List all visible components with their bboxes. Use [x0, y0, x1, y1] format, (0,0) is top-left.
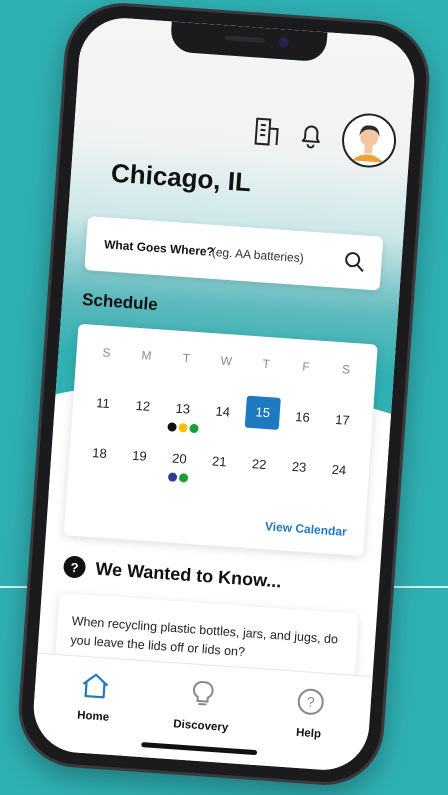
calendar-day[interactable]: 17 [329, 411, 356, 428]
calendar-day[interactable]: 18 [86, 445, 113, 462]
pickup-dot-green [178, 473, 189, 483]
calendar-day[interactable]: 11 [90, 395, 117, 412]
calendar-day[interactable]: 24 [326, 461, 353, 478]
weekday-label: M [141, 348, 152, 363]
know-title: We Wanted to Know... [94, 557, 283, 591]
header-actions [252, 106, 398, 170]
pickup-dot-yellow [178, 422, 188, 433]
tab-home[interactable]: Home [53, 669, 136, 725]
search-placeholder: (eg. AA batteries) [211, 244, 305, 266]
weekday-label: T [262, 356, 271, 372]
home-indicator [141, 742, 258, 756]
calendar-day[interactable]: 14 [209, 403, 236, 420]
calendar-day[interactable]: 19 [126, 447, 153, 464]
tab-label: Discovery [172, 718, 229, 735]
front-camera [278, 36, 290, 48]
search-label: What Goes Where? [103, 237, 215, 259]
lightbulb-icon [187, 681, 218, 714]
calendar-day[interactable]: 22 [246, 456, 273, 473]
tab-help[interactable]: ? Help [268, 684, 352, 742]
know-header: ? We Wanted to Know... [62, 555, 283, 592]
calendar-day-today[interactable]: 15 [244, 395, 281, 430]
weekday-label: W [220, 353, 233, 369]
pickup-dots [167, 422, 199, 434]
calendar-day[interactable]: 20 [166, 450, 193, 467]
calendar-day[interactable]: 16 [289, 409, 316, 426]
speaker [224, 35, 265, 43]
question-icon: ? [62, 555, 87, 579]
building-icon[interactable] [253, 115, 281, 152]
home-icon [79, 673, 110, 705]
calendar-day[interactable]: 13 [169, 400, 196, 417]
calendar-day[interactable]: 12 [129, 397, 156, 414]
calendar-day[interactable]: 23 [286, 459, 313, 476]
pickup-dots [167, 472, 189, 483]
bell-icon[interactable] [297, 118, 325, 155]
tab-label: Help [295, 726, 322, 741]
app-screen: Chicago, IL What Goes Where? (eg. AA bat… [30, 15, 418, 773]
pickup-dot-blue [167, 472, 178, 482]
search-icon[interactable] [342, 250, 366, 278]
weekday-label: S [341, 362, 351, 377]
weekday-label: F [301, 359, 311, 374]
weekday-label: S [102, 345, 112, 360]
view-calendar-link[interactable]: View Calendar [265, 519, 348, 539]
tab-discovery[interactable]: Discovery [160, 677, 244, 735]
phone-mockup: Chicago, IL What Goes Where? (eg. AA bat… [17, 2, 431, 786]
pickup-dot-black [167, 422, 177, 432]
pickup-dot-green [189, 423, 199, 434]
schedule-calendar: S M T W T F S 11 12 13 14 15 16 17 18 19… [63, 323, 378, 557]
weekday-label: T [182, 351, 191, 366]
calendar-day[interactable]: 21 [206, 453, 233, 470]
svg-text:?: ? [306, 694, 315, 711]
avatar[interactable] [340, 111, 398, 170]
help-icon: ? [294, 688, 325, 722]
tab-label: Home [76, 709, 110, 724]
